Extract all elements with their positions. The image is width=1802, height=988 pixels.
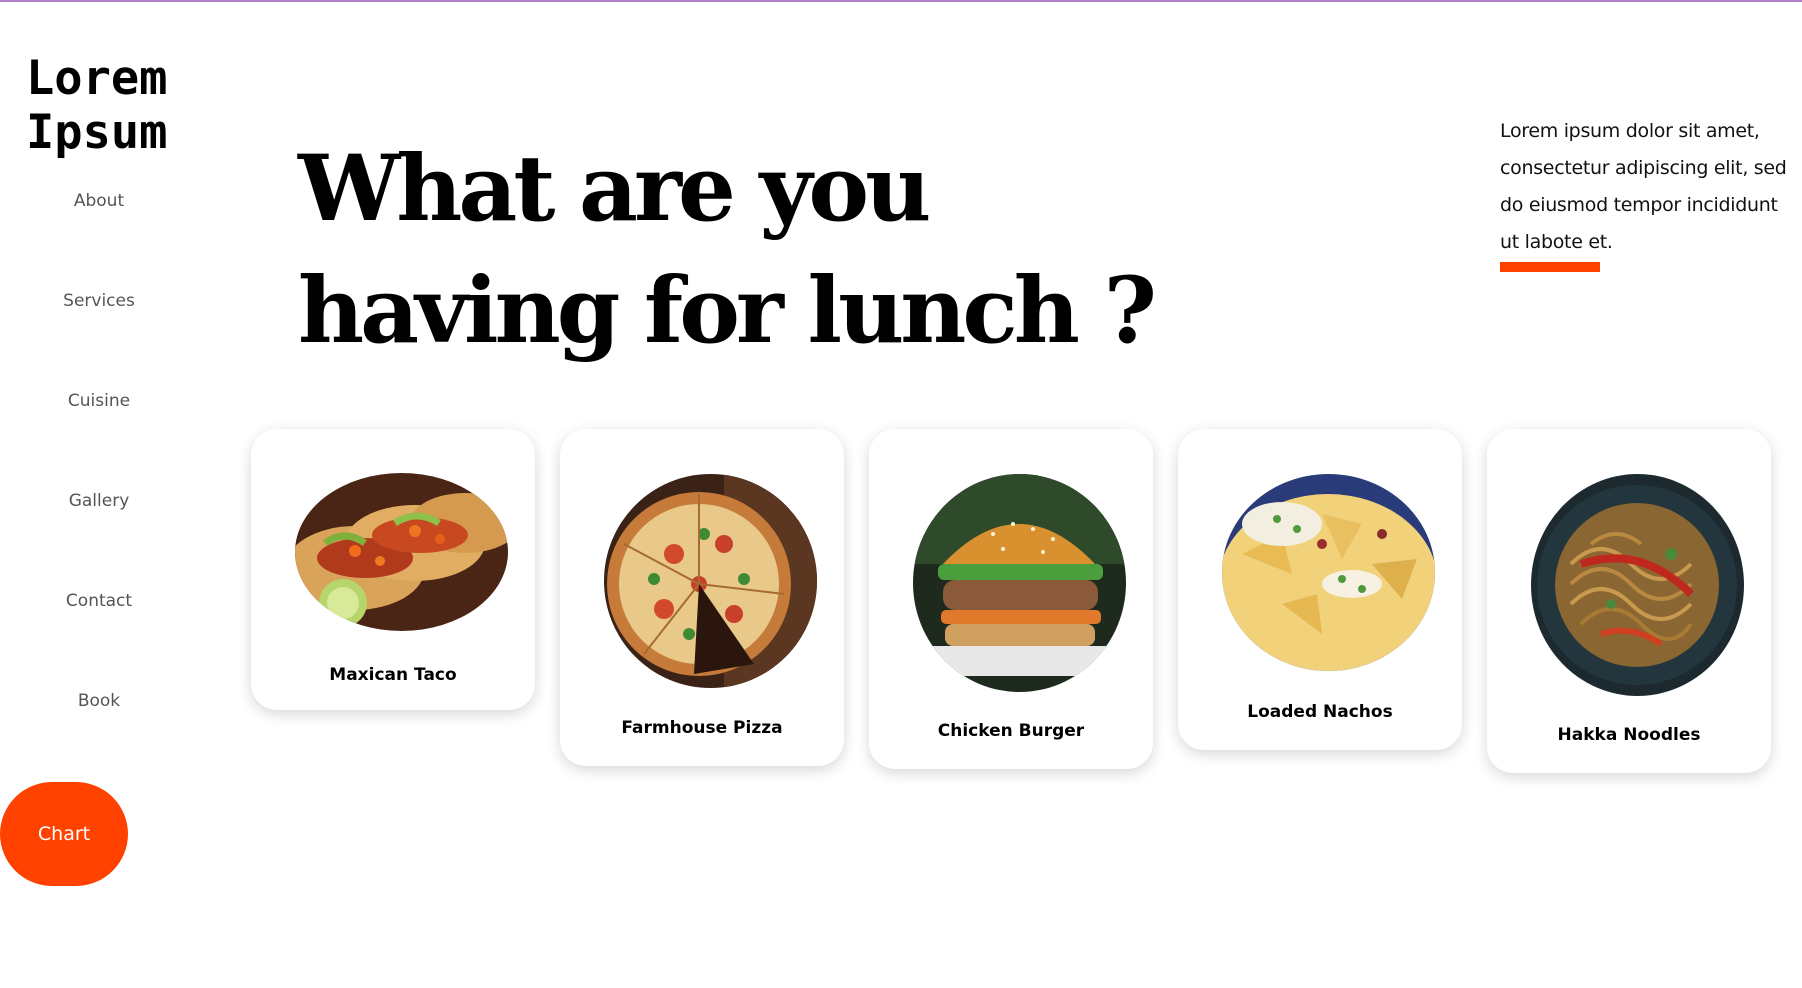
nav-item-gallery[interactable]: Gallery [0, 470, 198, 570]
dish-name-pizza: Farmhouse Pizza [621, 718, 783, 738]
hero-heading-line-2: having for lunch ? [298, 258, 1157, 364]
dish-card-noodles[interactable]: Hakka Noodles [1487, 429, 1771, 773]
dish-name-burger: Chicken Burger [937, 721, 1085, 741]
dish-name-noodles: Hakka Noodles [1557, 725, 1701, 745]
intro-text: Lorem ipsum dolor sit amet, consectetur … [1500, 120, 1787, 253]
nav-item-cuisine[interactable]: Cuisine [0, 370, 198, 470]
dish-card-pizza[interactable]: Farmhouse Pizza [560, 429, 844, 766]
nachos-photo [1222, 474, 1435, 671]
intro-accent-underline [1500, 262, 1600, 272]
dish-card-burger[interactable]: Chicken Burger [869, 429, 1153, 769]
brand-line-2: Ipsum [26, 105, 168, 160]
brand-logo[interactable]: Lorem Ipsum [26, 52, 216, 160]
nav-item-contact[interactable]: Contact [0, 570, 198, 670]
dish-card-nachos[interactable]: Loaded Nachos [1178, 429, 1462, 750]
dish-name-taco: Maxican Taco [329, 665, 457, 685]
side-nav: About Services Cuisine Gallery Contact B… [0, 170, 198, 770]
burger-photo [913, 474, 1126, 692]
noodles-photo [1531, 474, 1744, 696]
hero-heading-line-1: What are you [298, 136, 931, 242]
top-border [0, 0, 1802, 2]
chart-button[interactable]: Chart [0, 782, 128, 886]
nav-item-book[interactable]: Book [0, 670, 198, 770]
taco-photo [295, 473, 508, 631]
nav-item-about[interactable]: About [0, 170, 198, 270]
brand-line-1: Lorem [26, 51, 168, 106]
dish-name-nachos: Loaded Nachos [1247, 702, 1393, 722]
hero-heading: What are you having for lunch ? [298, 128, 1158, 372]
pizza-photo [604, 474, 817, 688]
nav-item-services[interactable]: Services [0, 270, 198, 370]
dish-card-taco[interactable]: Maxican Taco [251, 429, 535, 710]
